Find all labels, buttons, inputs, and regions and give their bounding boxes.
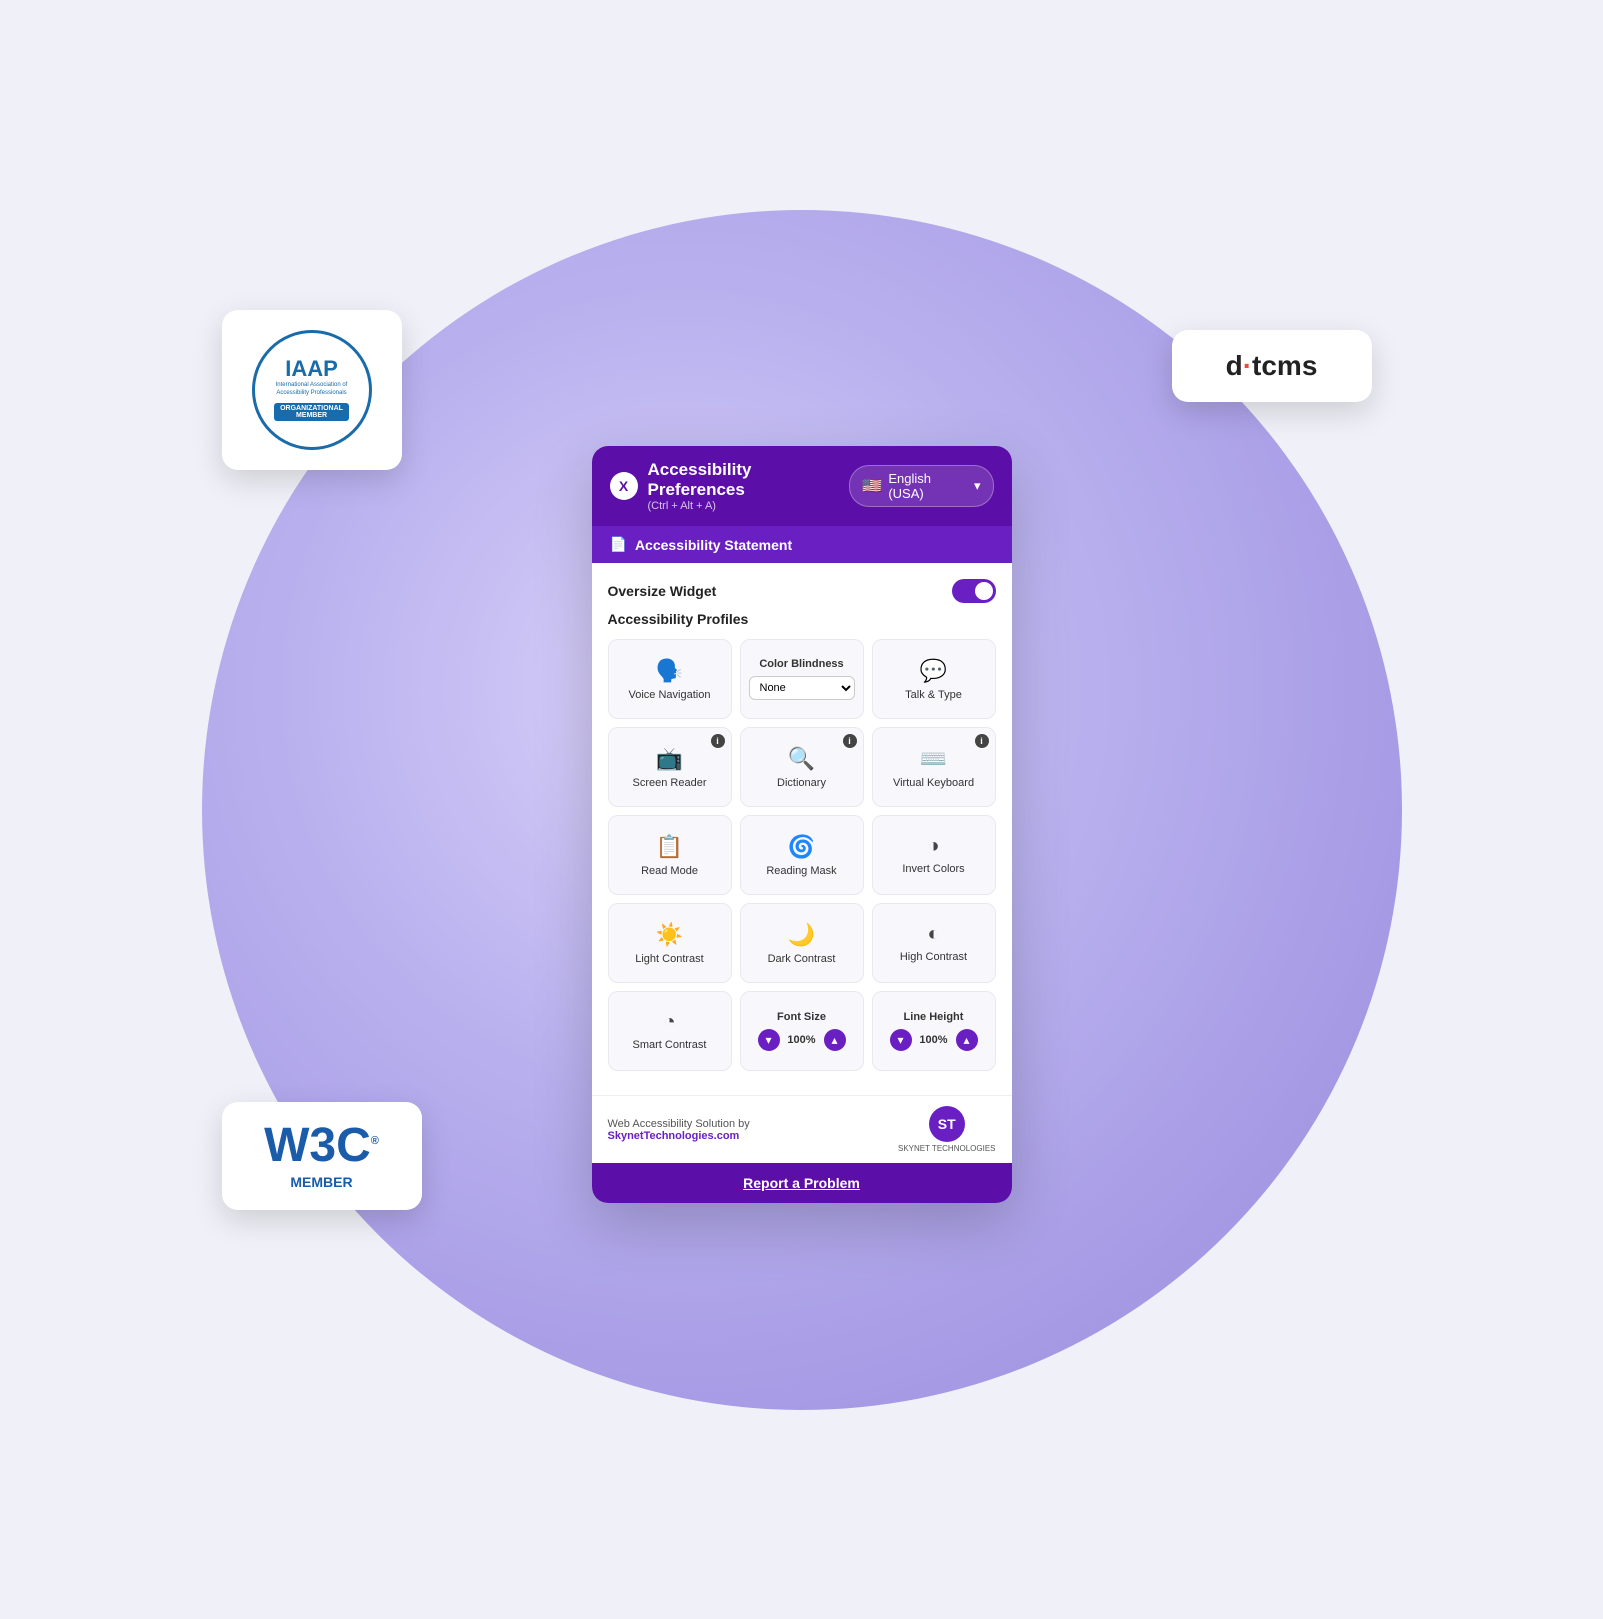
line-height-value: 100% [916,1034,952,1046]
invert-colors-label: Invert Colors [902,863,964,875]
accessibility-panel: X Accessibility Preferences (Ctrl + Alt … [592,446,1012,1203]
virtual-keyboard-info[interactable]: i [975,734,989,748]
lang-label: English (USA) [888,471,968,501]
dotcms-card: d·tcms [1172,330,1372,402]
talk-and-type-icon: 💬 [920,658,947,684]
lang-flag: 🇺🇸 [862,476,882,496]
skynet-text: SKYNET TECHNOLOGIES [898,1144,996,1153]
line-height-decrease-button[interactable]: ▾ [890,1029,912,1051]
iaap-org-label: ORGANIZATIONALMEMBER [274,403,349,421]
reading-mask-icon: 🌀 [788,834,815,860]
w3c-card: W3C® MEMBER [222,1102,422,1210]
virtual-keyboard-card[interactable]: i ⌨️ Virtual Keyboard [872,727,996,807]
read-mode-icon: 📋 [656,834,683,860]
reading-mask-card[interactable]: 🌀 Reading Mask [740,815,864,895]
statement-label: Accessibility Statement [635,537,792,553]
color-blindness-card[interactable]: Color Blindness None Protanopia Deuteran… [740,639,864,719]
w3c-member-label: MEMBER [290,1174,352,1190]
line-height-label: Line Height [904,1011,964,1023]
talk-and-type-label: Talk & Type [905,689,962,701]
dark-contrast-icon: 🌙 [788,922,815,948]
high-contrast-label: High Contrast [900,951,967,963]
skynet-link[interactable]: SkynetTechnologies.com [608,1130,740,1142]
iaap-logo-text: IAAP [285,358,338,380]
language-selector[interactable]: 🇺🇸 English (USA) ▾ [849,465,993,507]
font-size-card: Font Size ▾ 100% ▴ [740,991,864,1071]
invert-colors-card[interactable]: ◑ Invert Colors [872,815,996,895]
voice-navigation-label: Voice Navigation [629,689,711,701]
w3c-logo: W3C® [264,1122,379,1170]
font-size-increase-button[interactable]: ▴ [824,1029,846,1051]
statement-icon: 📄 [610,536,627,553]
iaap-card: IAAP International Association of Access… [222,310,402,470]
read-mode-card[interactable]: 📋 Read Mode [608,815,732,895]
panel-footer: Web Accessibility Solution by SkynetTech… [592,1095,1012,1163]
close-button[interactable]: X [610,472,638,500]
light-contrast-icon: ☀️ [656,922,683,948]
virtual-keyboard-icon: ⌨️ [920,746,947,772]
dictionary-info[interactable]: i [843,734,857,748]
panel-title: Accessibility Preferences [648,460,850,500]
dark-contrast-label: Dark Contrast [768,953,836,965]
voice-navigation-card[interactable]: 🗣️ Voice Navigation [608,639,732,719]
line-height-increase-button[interactable]: ▴ [956,1029,978,1051]
dotcms-logo: d·tcms [1226,350,1318,382]
dictionary-icon: 🔍 [788,746,815,772]
read-mode-label: Read Mode [641,865,698,877]
features-grid: i 📺 Screen Reader i 🔍 Dictionary i ⌨️ Vi… [608,727,996,983]
panel-body: Oversize Widget Accessibility Profiles 🗣… [592,563,1012,1095]
font-size-decrease-button[interactable]: ▾ [758,1029,780,1051]
high-contrast-card[interactable]: ◐ High Contrast [872,903,996,983]
dictionary-label: Dictionary [777,777,826,789]
font-size-controls: ▾ 100% ▴ [758,1029,846,1051]
background-circle: IAAP International Association of Access… [202,210,1402,1410]
font-size-label: Font Size [777,1011,826,1023]
footer-text: Web Accessibility Solution by SkynetTech… [608,1118,750,1142]
light-contrast-card[interactable]: ☀️ Light Contrast [608,903,732,983]
bottom-features-row: ◔ Smart Contrast Font Size ▾ 100% ▴ Line… [608,991,996,1071]
smart-contrast-icon: ◔ [663,1011,675,1034]
screen-reader-info[interactable]: i [711,734,725,748]
skynet-logo: ST SKYNET TECHNOLOGIES [898,1106,996,1153]
report-problem-button[interactable]: Report a Problem [592,1163,1012,1203]
screen-reader-card[interactable]: i 📺 Screen Reader [608,727,732,807]
oversize-widget-label: Oversize Widget [608,583,717,599]
font-size-value: 100% [784,1034,820,1046]
light-contrast-label: Light Contrast [635,953,703,965]
oversize-widget-toggle[interactable] [952,579,996,603]
line-height-card: Line Height ▾ 100% ▴ [872,991,996,1071]
color-blindness-select[interactable]: None Protanopia Deuteranopia Tritanopia [749,676,855,700]
accessibility-statement-bar[interactable]: 📄 Accessibility Statement [592,526,1012,563]
invert-colors-icon: ◑ [927,835,939,858]
smart-contrast-card[interactable]: ◔ Smart Contrast [608,991,732,1071]
voice-navigation-icon: 🗣️ [656,658,683,684]
screen-reader-icon: 📺 [656,746,683,772]
panel-header: X Accessibility Preferences (Ctrl + Alt … [592,446,1012,526]
virtual-keyboard-label: Virtual Keyboard [893,777,974,789]
line-height-controls: ▾ 100% ▴ [890,1029,978,1051]
talk-and-type-card[interactable]: 💬 Talk & Type [872,639,996,719]
dark-contrast-card[interactable]: 🌙 Dark Contrast [740,903,864,983]
profiles-label: Accessibility Profiles [608,611,996,627]
dictionary-card[interactable]: i 🔍 Dictionary [740,727,864,807]
screen-reader-label: Screen Reader [633,777,707,789]
top-features-row: 🗣️ Voice Navigation Color Blindness None… [608,639,996,719]
color-blindness-label: Color Blindness [759,658,843,670]
chevron-down-icon: ▾ [974,478,981,494]
reading-mask-label: Reading Mask [766,865,836,877]
high-contrast-icon: ◐ [927,923,939,946]
smart-contrast-label: Smart Contrast [633,1039,707,1051]
skynet-circle-icon: ST [929,1106,965,1142]
panel-subtitle: (Ctrl + Alt + A) [648,500,850,512]
iaap-subtitle: International Association of Accessibili… [265,382,359,398]
oversize-widget-row: Oversize Widget [608,579,996,603]
